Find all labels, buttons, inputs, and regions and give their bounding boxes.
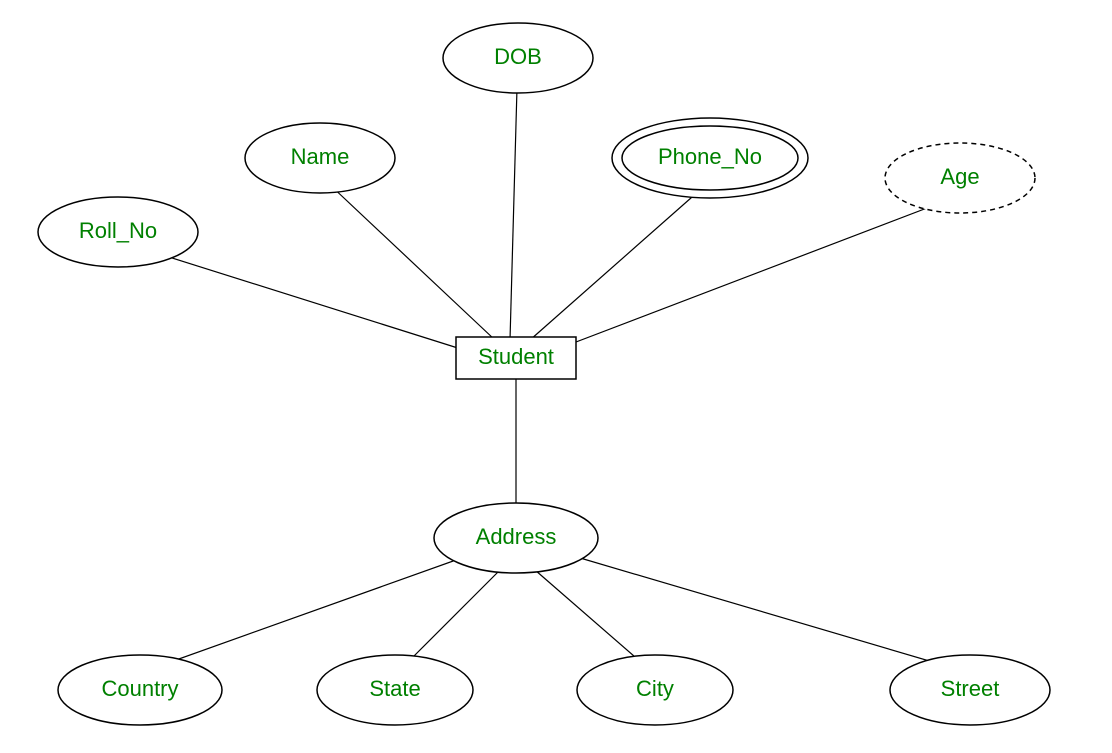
attr-street-label: Street <box>941 676 1000 701</box>
attr-address: Address <box>434 503 598 573</box>
edge-student-age <box>555 200 948 350</box>
attr-age-label: Age <box>940 164 979 189</box>
edge-student-dob <box>510 88 517 340</box>
attr-name: Name <box>245 123 395 193</box>
attr-street: Street <box>890 655 1050 725</box>
edge-student-phoneno <box>530 190 700 340</box>
attr-age: Age <box>885 143 1035 213</box>
attr-rollno: Roll_No <box>38 197 198 267</box>
attr-phoneno: Phone_No <box>612 118 808 198</box>
attr-dob: DOB <box>443 23 593 93</box>
edge-student-name <box>328 183 495 340</box>
entity-student-label: Student <box>478 344 554 369</box>
attr-city: City <box>577 655 733 725</box>
attr-rollno-label: Roll_No <box>79 218 157 243</box>
attr-country: Country <box>58 655 222 725</box>
attr-address-label: Address <box>476 524 557 549</box>
attr-state: State <box>317 655 473 725</box>
er-diagram: Student Roll_No Name DOB Phone_No Age Ad… <box>0 0 1112 753</box>
edge-student-rollno <box>134 246 480 355</box>
edge-address-city <box>535 570 650 670</box>
edge-address-state <box>400 570 500 670</box>
edge-address-country <box>148 555 470 670</box>
attr-dob-label: DOB <box>494 44 542 69</box>
attr-state-label: State <box>369 676 420 701</box>
attr-phoneno-label: Phone_No <box>658 144 762 169</box>
attr-name-label: Name <box>291 144 350 169</box>
edge-address-street <box>570 555 960 670</box>
entity-student: Student <box>456 337 576 379</box>
attr-country-label: Country <box>101 676 178 701</box>
attr-city-label: City <box>636 676 674 701</box>
